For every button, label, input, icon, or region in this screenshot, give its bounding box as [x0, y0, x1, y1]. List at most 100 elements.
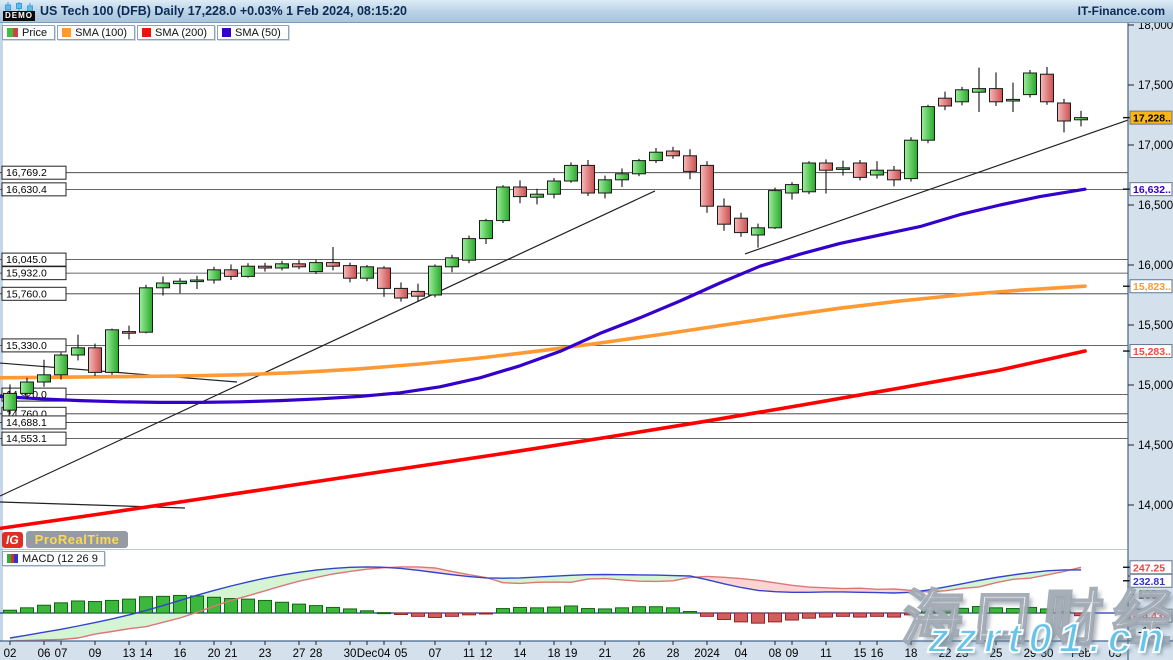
macd-hist-bar-down — [803, 613, 816, 618]
left-edge-strip — [0, 23, 3, 641]
svg-text:15,760.0: 15,760.0 — [6, 288, 47, 300]
legend-label: SMA (200) — [155, 27, 207, 39]
svg-text:30: 30 — [344, 648, 357, 660]
candle-down — [123, 332, 136, 334]
demo-logo: DEMO — [3, 0, 37, 23]
svg-text:06: 06 — [38, 648, 51, 660]
macd-hist-bar-down — [854, 613, 867, 617]
candle-up — [548, 181, 561, 194]
svg-text:16,769.2: 16,769.2 — [6, 167, 47, 179]
svg-text:21: 21 — [225, 648, 238, 660]
candle-down — [582, 165, 595, 193]
candle-down — [939, 98, 952, 106]
sma-color-icon — [142, 28, 151, 37]
candle-down — [820, 163, 833, 170]
macd-hist-bar-down — [888, 613, 901, 617]
macd-hist-bar-up — [242, 599, 255, 613]
candle-up — [497, 187, 510, 221]
macd-hist-bar-up — [599, 609, 612, 613]
svg-text:28: 28 — [310, 648, 323, 660]
candle-up — [871, 170, 884, 175]
candle-up — [429, 266, 442, 295]
macd-hist-bar-up — [38, 605, 51, 613]
plot-background — [0, 23, 1173, 660]
candle-down — [378, 268, 391, 288]
candle-down — [293, 264, 306, 267]
macd-hist-bar-down — [429, 613, 442, 617]
candle-down — [1041, 74, 1054, 102]
macd-hist-bar-up — [633, 607, 646, 613]
macd-hist-bar-up — [650, 607, 663, 613]
ig-logo: IG — [2, 532, 23, 548]
macd-hist-bar-up — [72, 601, 85, 613]
candle-up — [769, 191, 782, 228]
svg-text:07: 07 — [55, 648, 68, 660]
candle-up — [106, 330, 119, 373]
prorealtime-logo[interactable]: IG ProRealTime — [2, 531, 128, 548]
candle-up — [21, 382, 34, 393]
macd-hist-bar-down — [752, 613, 765, 623]
macd-hist-bar-up — [548, 607, 561, 613]
prorealtime-chart-window: DEMO US Tech 100 (DFB) Daily 17,228.0 +0… — [0, 0, 1173, 660]
macd-hist-bar-up — [497, 609, 510, 613]
svg-text:18: 18 — [905, 648, 918, 660]
macd-hist-bar-down — [905, 613, 918, 615]
macd-hist-bar-down — [786, 613, 799, 620]
legend-item-sma-200[interactable]: SMA (200) — [137, 25, 215, 40]
legend-item-sma-50[interactable]: SMA (50) — [217, 25, 289, 40]
svg-text:16,000: 16,000 — [1138, 260, 1173, 272]
candle-up — [38, 375, 51, 382]
svg-text:-100: -100 — [1138, 627, 1161, 639]
candle-up — [599, 180, 612, 193]
candle-up — [480, 221, 493, 239]
candle-down — [327, 263, 340, 267]
candle-down — [1058, 103, 1071, 121]
macd-hist-bar-up — [293, 604, 306, 613]
macd-hist-bar-up — [565, 606, 578, 613]
candle-down — [667, 151, 680, 156]
macd-hist-bar-up — [106, 600, 119, 613]
candle-down — [684, 156, 697, 172]
svg-text:07: 07 — [429, 648, 442, 660]
candle-down — [412, 291, 425, 296]
svg-text:25: 25 — [990, 648, 1003, 660]
candle-up — [72, 348, 85, 355]
macd-hist-bar-up — [616, 608, 629, 613]
macd-hist-bar-up — [55, 603, 68, 613]
candle-down — [701, 165, 714, 206]
svg-text:16: 16 — [871, 648, 884, 660]
svg-text:11: 11 — [820, 648, 832, 660]
svg-text:16,630.4: 16,630.4 — [6, 184, 47, 196]
legend-item-sma-100[interactable]: SMA (100) — [57, 25, 135, 40]
svg-text:15: 15 — [854, 648, 867, 660]
macd-hist-bar-up — [21, 608, 34, 613]
svg-text:27: 27 — [293, 648, 306, 660]
macd-hist-bar-up — [378, 613, 391, 614]
candle-down — [888, 170, 901, 180]
svg-text:2024: 2024 — [694, 648, 720, 660]
macd-hist-bar-up — [1007, 609, 1020, 613]
it-finance-link[interactable]: IT-Finance.com — [1078, 4, 1165, 18]
candle-up — [633, 161, 646, 174]
svg-text:14: 14 — [514, 648, 527, 660]
svg-text:26: 26 — [633, 648, 646, 660]
svg-text:29: 29 — [1024, 648, 1037, 660]
demo-badge: DEMO — [3, 11, 35, 21]
legend-label: SMA (50) — [235, 27, 281, 39]
svg-text:12: 12 — [480, 648, 493, 660]
chart-canvas[interactable]: 16,769.216,630.416,045.015,932.015,760.0… — [0, 0, 1173, 660]
macd-hist-bar-down — [480, 613, 493, 614]
svg-text:232.81: 232.81 — [1133, 576, 1165, 588]
macd-hist-bar-up — [990, 608, 1003, 613]
macd-legend[interactable]: MACD (12 26 9 — [2, 551, 105, 566]
legend-item-price[interactable]: Price — [2, 25, 55, 40]
svg-text:19: 19 — [565, 648, 578, 660]
candle-down — [854, 163, 867, 177]
macd-hist-bar-up — [276, 602, 289, 613]
svg-text:02: 02 — [4, 648, 17, 660]
candle-up — [650, 152, 663, 160]
svg-text:15,000: 15,000 — [1138, 380, 1173, 392]
svg-text:05: 05 — [1109, 648, 1122, 660]
candle-up — [905, 140, 918, 178]
macd-hist-bar-up — [956, 608, 969, 613]
